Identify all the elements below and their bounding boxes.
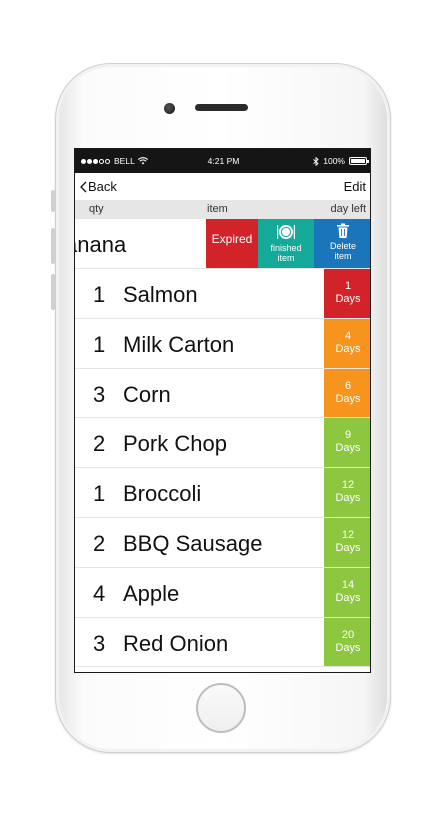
item-qty: 2 xyxy=(93,431,106,457)
item-name: Pork Chop xyxy=(123,431,227,457)
item-qty: 1 xyxy=(93,331,106,357)
mute-switch xyxy=(51,190,55,212)
expired-label: Expired xyxy=(211,232,253,246)
back-label: Back xyxy=(88,179,117,194)
column-qty: qty xyxy=(89,203,104,215)
days-left-unit: Days xyxy=(335,641,361,654)
days-left-count: 9 xyxy=(344,429,352,442)
days-left-count: 1 xyxy=(344,280,352,292)
volume-down-button xyxy=(51,274,55,310)
days-left-count: 14 xyxy=(341,578,355,591)
list-item[interactable]: 1 Salmon 1 Days xyxy=(75,269,370,319)
item-qty: 4 xyxy=(93,580,106,606)
item-qty: 1 xyxy=(93,481,106,507)
days-left-badge: 12 Days xyxy=(324,468,370,517)
days-left-unit: Days xyxy=(335,541,361,554)
delete-label-line1: Delete xyxy=(329,241,356,251)
days-left-badge: 6 Days xyxy=(324,368,370,418)
days-left-badge: 12 Days xyxy=(324,517,370,567)
item-name: anana xyxy=(75,232,127,257)
navigation-bar: Back Edit xyxy=(75,173,370,199)
food-list: anana Expired finished item xyxy=(75,219,370,668)
battery-icon xyxy=(349,157,369,165)
swiped-list-item[interactable]: anana Expired finished item xyxy=(75,219,370,269)
battery-percent: 100% xyxy=(323,156,345,166)
item-name: Milk Carton xyxy=(123,331,235,357)
days-left-unit: Days xyxy=(335,293,361,305)
finished-label-line1: finished xyxy=(270,243,302,253)
front-camera xyxy=(164,103,175,114)
days-left-unit: Days xyxy=(335,392,361,405)
bluetooth-icon xyxy=(313,156,319,166)
status-right: 100% xyxy=(313,156,369,166)
delete-label-line2: item xyxy=(334,251,352,261)
item-qty: 2 xyxy=(93,530,106,556)
days-left-unit: Days xyxy=(335,442,361,455)
days-left-count: 20 xyxy=(341,628,355,641)
days-left-unit: Days xyxy=(335,591,361,604)
delete-item-action-button[interactable]: Delete item xyxy=(314,219,370,268)
edit-button[interactable]: Edit xyxy=(344,179,366,194)
days-left-badge: 9 Days xyxy=(324,418,370,468)
list-item[interactable]: 3 Corn 6 Days xyxy=(75,368,370,419)
days-left-count: 12 xyxy=(341,528,355,541)
column-header: qty item day left xyxy=(75,200,370,219)
back-button[interactable]: Back xyxy=(80,179,117,194)
item-qty: 1 xyxy=(93,282,106,307)
list-item[interactable]: 1 Milk Carton 4 Days xyxy=(75,318,370,369)
finished-label-line2: item xyxy=(277,253,295,263)
days-left-unit: Days xyxy=(335,492,361,505)
column-day-left: day left xyxy=(330,203,366,215)
chevron-left-icon xyxy=(80,181,87,192)
item-qty: 3 xyxy=(93,381,106,407)
list-item[interactable]: 1 Broccoli 12 Days xyxy=(75,468,370,518)
volume-up-button xyxy=(51,228,55,264)
item-name: BBQ Sausage xyxy=(123,530,263,556)
trash-icon xyxy=(337,223,349,238)
finished-item-action-button[interactable]: finished item xyxy=(258,219,314,268)
days-left-badge: 1 Days xyxy=(324,269,370,318)
days-left-count: 12 xyxy=(341,479,355,492)
expired-action-button[interactable]: Expired xyxy=(206,219,258,268)
list-item[interactable]: 2 BBQ Sausage 12 Days xyxy=(75,517,370,568)
earpiece-speaker xyxy=(195,104,248,111)
item-name: Apple xyxy=(123,580,180,606)
item-name: Broccoli xyxy=(123,481,202,507)
days-left-unit: Days xyxy=(335,342,361,355)
column-item: item xyxy=(207,203,228,215)
item-name: Red Onion xyxy=(123,630,229,656)
app-screen: BELL 4:21 PM 100% Back Edit qty item day… xyxy=(74,148,371,673)
plate-cutlery-icon xyxy=(277,225,295,239)
days-left-badge: 20 Days xyxy=(324,617,370,667)
item-name: Salmon xyxy=(123,282,198,307)
list-item[interactable]: 2 Pork Chop 9 Days xyxy=(75,418,370,469)
item-qty: 3 xyxy=(93,630,106,656)
days-left-count: 4 xyxy=(344,329,352,342)
days-left-count: 6 xyxy=(344,379,352,392)
list-item[interactable]: 4 Apple 14 Days xyxy=(75,567,370,618)
days-left-badge: 4 Days xyxy=(324,318,370,368)
home-button[interactable] xyxy=(196,683,246,733)
status-bar: BELL 4:21 PM 100% xyxy=(75,149,370,173)
item-name: Corn xyxy=(123,381,171,407)
list-item[interactable]: 3 Red Onion 20 Days xyxy=(75,617,370,668)
days-left-badge: 14 Days xyxy=(324,567,370,617)
